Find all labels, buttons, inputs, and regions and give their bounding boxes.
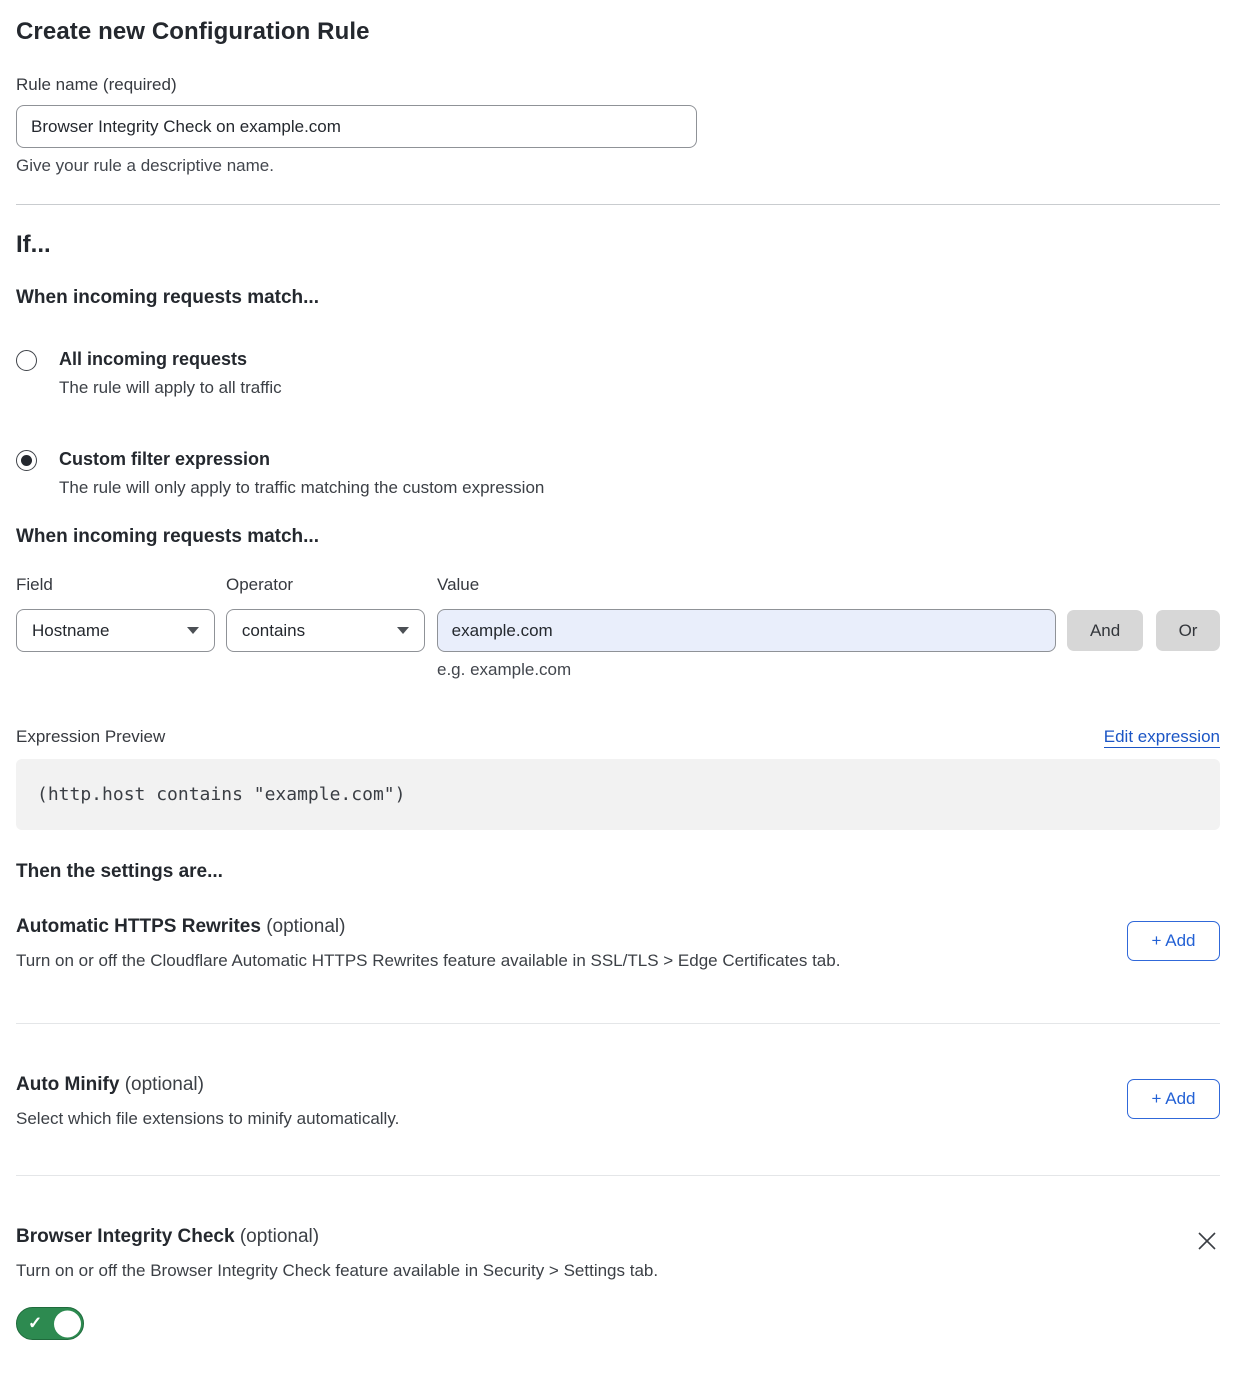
section-divider [16,1175,1220,1176]
setting-optional-tag: (optional) [240,1226,319,1247]
radio-label: All incoming requests [59,349,282,369]
radio-description: The rule will apply to all traffic [59,378,282,398]
radio-button[interactable] [16,350,37,371]
if-heading: If... [16,231,1220,259]
radio-option-custom-filter[interactable]: Custom filter expression The rule will o… [16,449,1220,498]
remove-setting-button[interactable] [1194,1228,1220,1254]
setting-auto-minify: Auto Minify (optional) Select which file… [16,1074,1220,1129]
rule-name-label: Rule name (required) [16,75,1220,95]
radio-description: The rule will only apply to traffic matc… [59,478,544,498]
then-heading: Then the settings are... [16,861,1220,883]
setting-description: Select which file extensions to minify a… [16,1109,399,1129]
field-select[interactable]: Hostname [16,609,215,652]
setting-description: Turn on or off the Browser Integrity Che… [16,1261,658,1281]
radio-label: Custom filter expression [59,449,544,469]
browser-integrity-check-toggle[interactable]: ✓ [16,1307,84,1340]
radio-option-all-requests[interactable]: All incoming requests The rule will appl… [16,349,1220,398]
check-icon: ✓ [28,1313,42,1333]
add-auto-minify-button[interactable]: + Add [1127,1079,1220,1119]
close-icon [1196,1230,1218,1252]
expression-code: (http.host contains "example.com") [37,784,405,805]
operator-select[interactable]: contains [226,609,425,652]
operator-select-value: contains [242,621,305,641]
setting-title: Automatic HTTPS Rewrites [16,916,261,937]
and-button[interactable]: And [1067,610,1143,651]
value-help-text: e.g. example.com [437,660,1220,680]
expression-builder-heading: When incoming requests match... [16,526,1220,548]
operator-label: Operator [226,575,437,595]
add-automatic-https-rewrites-button[interactable]: + Add [1127,921,1220,961]
chevron-down-icon [187,627,199,634]
value-label: Value [437,575,479,595]
value-input[interactable] [437,609,1056,652]
chevron-down-icon [397,627,409,634]
create-configuration-rule-page: Create new Configuration Rule Rule name … [0,0,1237,1340]
setting-title: Browser Integrity Check [16,1226,235,1247]
setting-description: Turn on or off the Cloudflare Automatic … [16,951,840,971]
rule-name-help: Give your rule a descriptive name. [16,156,1220,176]
setting-optional-tag: (optional) [125,1074,204,1095]
expression-preview-label: Expression Preview [16,727,165,747]
setting-optional-tag: (optional) [266,916,345,937]
match-subheading: When incoming requests match... [16,287,1220,309]
radio-button[interactable] [16,450,37,471]
setting-title: Auto Minify [16,1074,119,1095]
section-divider [16,204,1220,205]
expression-preview-box: (http.host contains "example.com") [16,759,1220,830]
page-title: Create new Configuration Rule [16,18,1220,46]
rule-name-input[interactable] [16,105,697,148]
section-divider [16,1023,1220,1024]
toggle-knob [54,1310,81,1337]
setting-automatic-https-rewrites: Automatic HTTPS Rewrites (optional) Turn… [16,916,1220,971]
field-select-value: Hostname [32,621,109,641]
edit-expression-link[interactable]: Edit expression [1104,727,1220,748]
setting-browser-integrity-check: Browser Integrity Check (optional) Turn … [16,1226,1220,1340]
field-label: Field [16,575,226,595]
or-button[interactable]: Or [1156,610,1220,651]
